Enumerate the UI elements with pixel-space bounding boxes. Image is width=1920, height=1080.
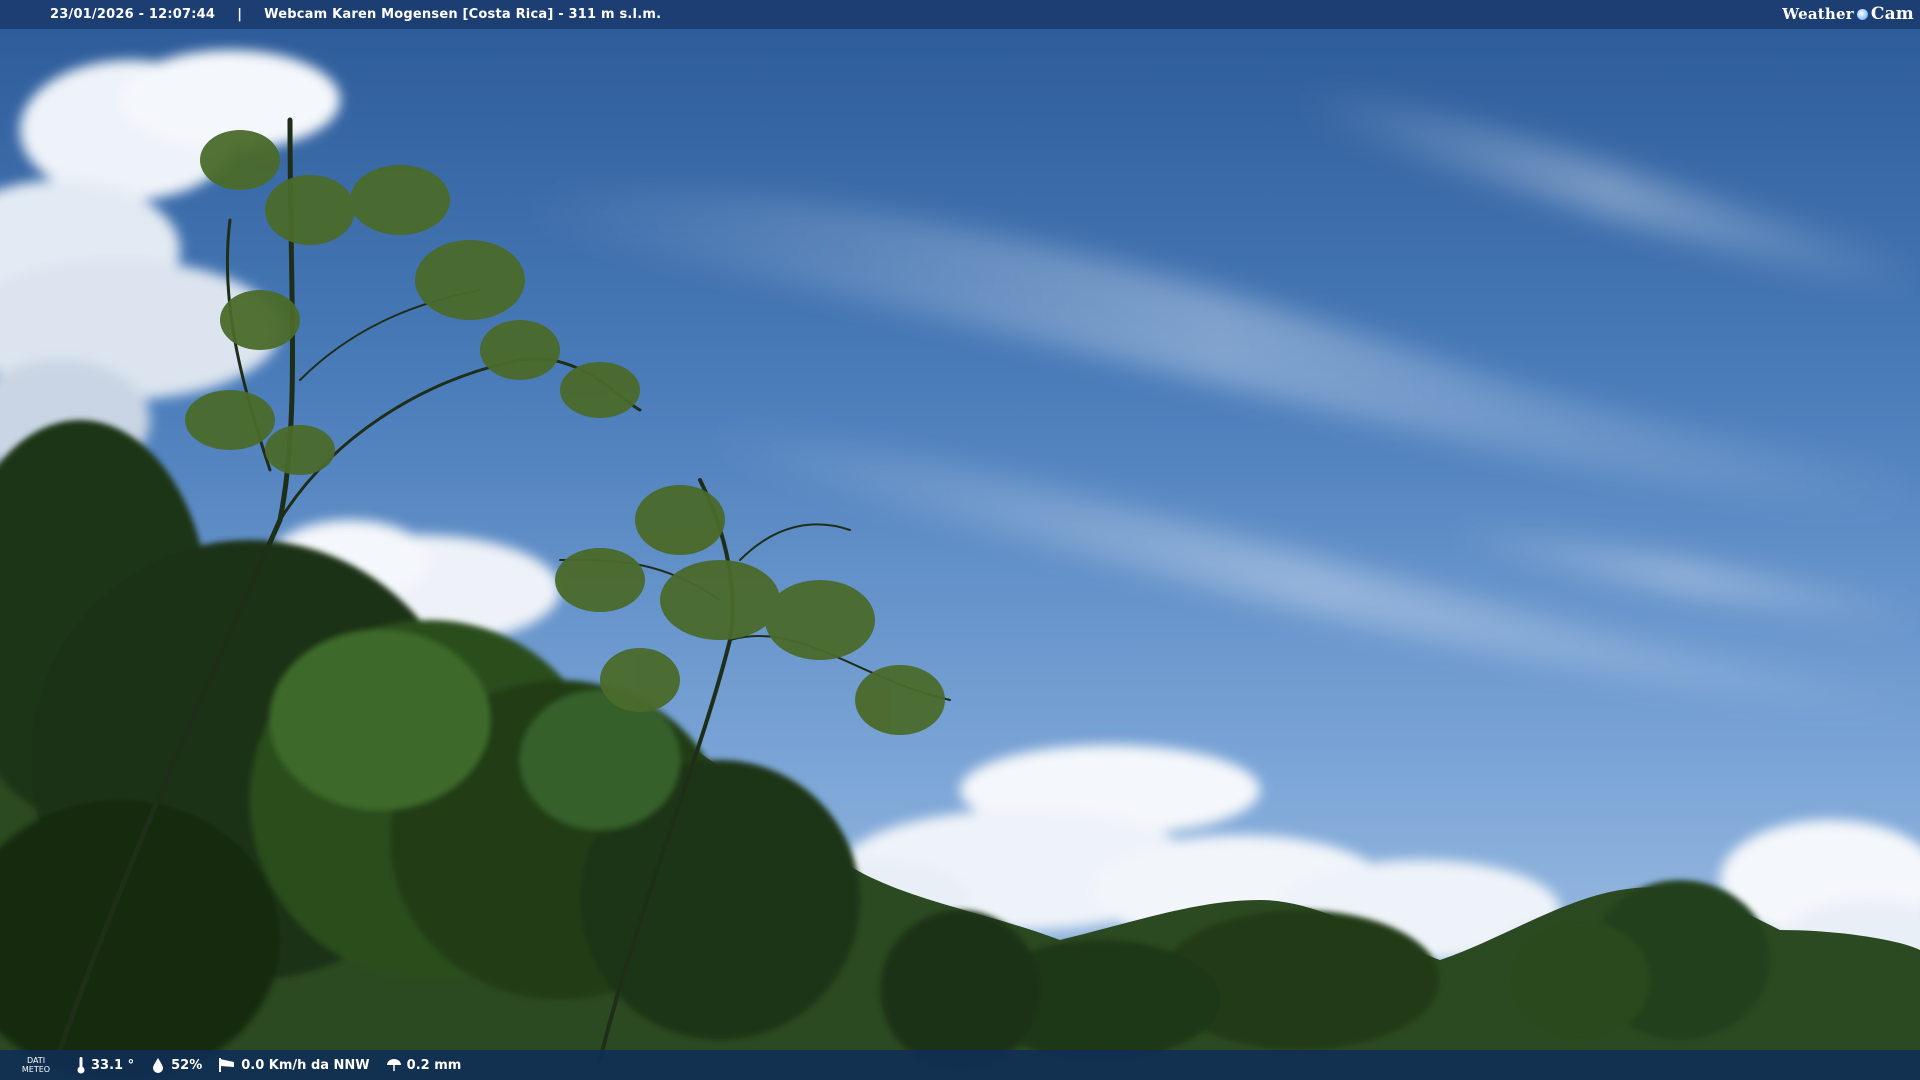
humidity-value: 52% [171, 1057, 203, 1073]
timestamp: 23/01/2026 - 12:07:44 [50, 7, 216, 22]
logo-globe-icon [1856, 8, 1868, 20]
wind-sock-icon [218, 1057, 236, 1073]
thermometer-icon [76, 1056, 86, 1074]
temperature-readout: 33.1 ° [76, 1056, 134, 1074]
humidity-drop-icon [150, 1057, 166, 1073]
header-separator: | [237, 7, 243, 22]
dati-meteo-label: DATI METEO [21, 1056, 51, 1074]
temperature-value: 33.1 ° [91, 1057, 135, 1073]
weathercam-logo: Weather Cam [1782, 3, 1914, 25]
weather-data-bar: DATI METEO 33.1 ° 52% 0.0 Km/h da NNW 0.… [0, 1050, 1920, 1080]
rain-icon [386, 1057, 402, 1073]
humidity-readout: 52% [150, 1057, 202, 1073]
rain-readout: 0.2 mm [386, 1057, 462, 1073]
webcam-location-title: Webcam Karen Mogensen [Costa Rica] - 311… [264, 7, 662, 22]
rain-value: 0.2 mm [406, 1057, 462, 1073]
logo-word-cam: Cam [1870, 4, 1914, 24]
logo-word-weather: Weather [1782, 5, 1854, 23]
header-bar: 23/01/2026 - 12:07:44 | Webcam Karen Mog… [0, 0, 1920, 29]
webcam-image [0, 0, 1920, 1080]
wind-readout: 0.0 Km/h da NNW [218, 1057, 370, 1073]
wind-value: 0.0 Km/h da NNW [241, 1057, 370, 1073]
